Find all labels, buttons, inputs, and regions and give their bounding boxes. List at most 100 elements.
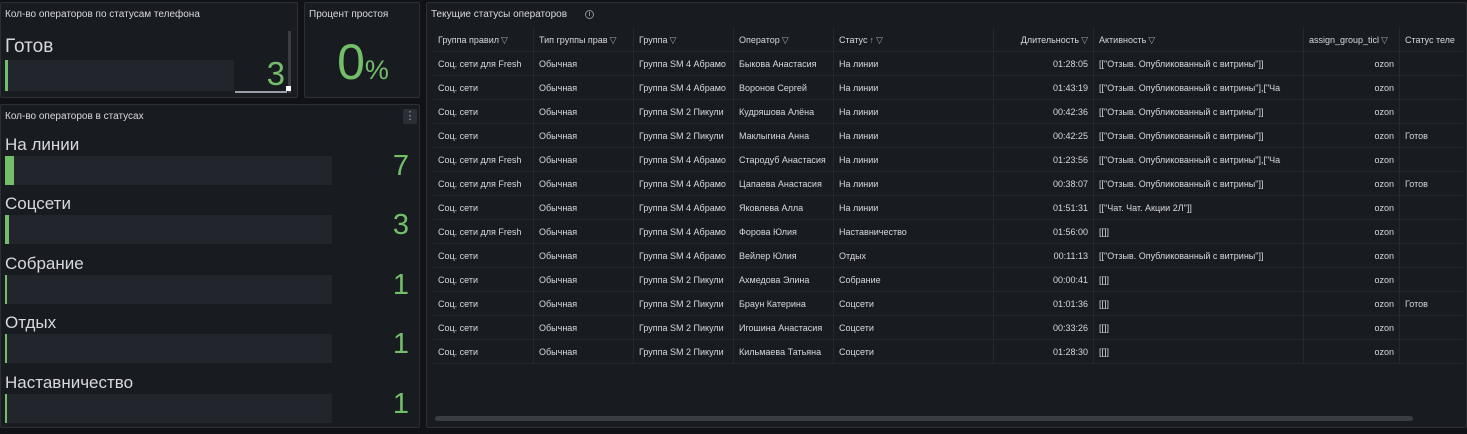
header-col-duration[interactable]: Длительность ▽: [993, 28, 1093, 52]
col-activity-cell: [["Отзыв. Опубликованный с витрины"]]: [1093, 172, 1303, 196]
header-label: Длительность: [1020, 35, 1080, 45]
col-operator-cell: Ахмедова Элина: [733, 268, 833, 292]
col-phone-status-cell: [1399, 268, 1463, 292]
header-col-activity[interactable]: Активность ▽: [1093, 28, 1303, 52]
table-row[interactable]: Соц. сети для Fresh Обычная Группа SM 4 Аб…: [433, 172, 1463, 196]
col-assign-group-cell: ozon: [1303, 52, 1399, 76]
horizontal-scrollbar[interactable]: [435, 416, 1413, 421]
filter-icon[interactable]: ▽: [1148, 28, 1155, 52]
table-row[interactable]: Соц. сети для Fresh Обычная Группа SM 4 Аб…: [433, 220, 1463, 244]
vertical-scrollbar[interactable]: [288, 31, 291, 93]
col-phone-status-cell: [1399, 52, 1463, 76]
col-status-cell: Соцсети: [833, 292, 993, 316]
col-duration-cell: 01:01:36: [993, 292, 1093, 316]
sort-asc-icon[interactable]: ↑: [869, 28, 874, 52]
col-assign-group-cell: ozon: [1303, 124, 1399, 148]
filter-icon[interactable]: ▽: [610, 28, 617, 52]
table-row[interactable]: Соц. сети Обычная Группа SM 2 Пикули Браун …: [433, 292, 1463, 316]
bar-track: [5, 60, 234, 91]
table-header: Группа правил ▽ Тип группы прав ▽ Группа ▽ Опе…: [433, 28, 1463, 52]
header-col-group[interactable]: Группа ▽: [633, 28, 733, 52]
header-col-status[interactable]: Статус ↑ ▽: [833, 28, 993, 52]
header-col-operator[interactable]: Оператор ▽: [733, 28, 833, 52]
col-group-type-cell: Обычная: [533, 76, 633, 100]
table-row[interactable]: Соц. сети для Fresh Обычная Группа SM 4 Аб…: [433, 148, 1463, 172]
kebab-menu-icon[interactable]: ⋮: [403, 109, 417, 124]
status-count: 1: [392, 388, 409, 420]
panel-title: Кол-во операторов в статусах: [5, 111, 144, 122]
col-phone-status-cell: [1399, 100, 1463, 124]
col-rule-group-cell: Соц. сети: [438, 83, 479, 93]
col-activity-cell: [["Отзыв. Опубликованный с витрины"],["Ч…: [1093, 76, 1303, 100]
col-rule-group-cell: Соц. сети: [438, 275, 479, 285]
col-phone-status-cell: [1399, 340, 1463, 364]
table-row[interactable]: Соц. сети Обычная Группа SM 2 Пикули Игошин…: [433, 316, 1463, 340]
table-row[interactable]: Соц. сети Обычная Группа SM 2 Пикули Маклыг…: [433, 124, 1463, 148]
filter-icon[interactable]: ▽: [1081, 28, 1088, 52]
col-activity-cell: [[]]: [1093, 292, 1303, 316]
resize-handle[interactable]: [286, 86, 291, 91]
col-assign-group-cell: ozon: [1303, 316, 1399, 340]
bar-label: Готов: [5, 36, 54, 57]
col-assign-group-cell: ozon: [1303, 148, 1399, 172]
col-status-cell: Соцсети: [833, 316, 993, 340]
col-operator-cell: Форова Юлия: [733, 220, 833, 244]
col-rule-group-cell: Соц. сети: [438, 107, 479, 117]
status-label: Соцсети: [5, 194, 71, 213]
header-col-assign-group[interactable]: assign_group_ticl ▽: [1303, 28, 1399, 52]
col-operator-cell: Быкова Анастасия: [733, 52, 833, 76]
table-row[interactable]: Соц. сети Обычная Группа SM 2 Пикули Кудряш…: [433, 100, 1463, 124]
status-label: Наставничество: [5, 373, 134, 392]
col-rule-group-cell: Соц. сети: [438, 347, 479, 357]
filter-icon[interactable]: ▽: [670, 28, 677, 52]
status-count: 7: [392, 150, 409, 182]
filter-icon[interactable]: ▽: [501, 28, 508, 52]
col-operator-cell: Кильмаева Татьяна: [733, 340, 833, 364]
header-col-rule-group[interactable]: Группа правил ▽: [433, 28, 533, 52]
col-group-cell: Группа SM 2 Пикули: [633, 100, 733, 124]
col-group-type-cell: Обычная: [533, 292, 633, 316]
col-status-cell: Собрание: [833, 268, 993, 292]
operators-table-panel: Текущие статусы операторов i Группа прав…: [426, 2, 1467, 428]
col-rule-group-cell: Соц. сети для Fresh: [438, 155, 522, 165]
table-row[interactable]: Соц. сети Обычная Группа SM 2 Пикули Ахмедо…: [433, 268, 1463, 292]
filter-icon[interactable]: ▽: [876, 28, 883, 52]
col-activity-cell: [["Отзыв. Опубликованный с витрины"]]: [1093, 100, 1303, 124]
header-label: Активность: [1099, 35, 1147, 45]
col-operator-cell: Браун Катерина: [733, 292, 833, 316]
info-icon[interactable]: i: [585, 10, 594, 19]
col-phone-status-cell: [1399, 196, 1463, 220]
col-rule-group-cell: Соц. сети: [438, 323, 479, 333]
col-duration-cell: 00:42:36: [993, 100, 1093, 124]
table-row[interactable]: Соц. сети Обычная Группа SM 4 Абрамо Вейлер…: [433, 244, 1463, 268]
col-status-cell: На линии: [833, 52, 993, 76]
col-group-type-cell: Обычная: [533, 148, 633, 172]
table-row[interactable]: Соц. сети Обычная Группа SM 4 Абрамо Вороно…: [433, 76, 1463, 100]
table-row[interactable]: Соц. сети Обычная Группа SM 4 Абрамо Яковле…: [433, 196, 1463, 220]
col-rule-group-cell: Соц. сети: [438, 203, 479, 213]
col-group-cell: Группа SM 2 Пикули: [633, 340, 733, 364]
filter-icon[interactable]: ▽: [1381, 28, 1388, 52]
horizontal-scrollbar[interactable]: [235, 91, 287, 93]
table-row[interactable]: Соц. сети для Fresh Обычная Группа SM 4 Аб…: [433, 52, 1463, 76]
filter-icon[interactable]: ▽: [782, 28, 789, 52]
col-group-type-cell: Обычная: [533, 244, 633, 268]
header-col-phone-status[interactable]: Статус теле: [1399, 28, 1463, 52]
bar-track: [5, 275, 332, 304]
panel-title: Текущие статусы операторов: [431, 9, 568, 20]
header-label: assign_group_ticl: [1309, 35, 1380, 45]
header-label: Группа правил: [438, 35, 499, 45]
table-row[interactable]: Соц. сети Обычная Группа SM 2 Пикули Кильма…: [433, 340, 1463, 364]
col-duration-cell: 01:28:05: [993, 52, 1093, 76]
col-activity-cell: [["Отзыв. Опубликованный с витрины"]]: [1093, 124, 1303, 148]
status-bar-row: Отдых 1: [1, 313, 419, 371]
bar-track: [5, 215, 332, 244]
status-label: Собрание: [5, 254, 84, 273]
col-operator-cell: Вейлер Юлия: [733, 244, 833, 268]
col-status-cell: На линии: [833, 76, 993, 100]
header-label: Статус теле: [1405, 35, 1455, 45]
col-activity-cell: [[]]: [1093, 340, 1303, 364]
header-label: Оператор: [739, 35, 780, 45]
header-col-group-type[interactable]: Тип группы прав ▽: [533, 28, 633, 52]
col-phone-status-cell: [1399, 76, 1463, 100]
